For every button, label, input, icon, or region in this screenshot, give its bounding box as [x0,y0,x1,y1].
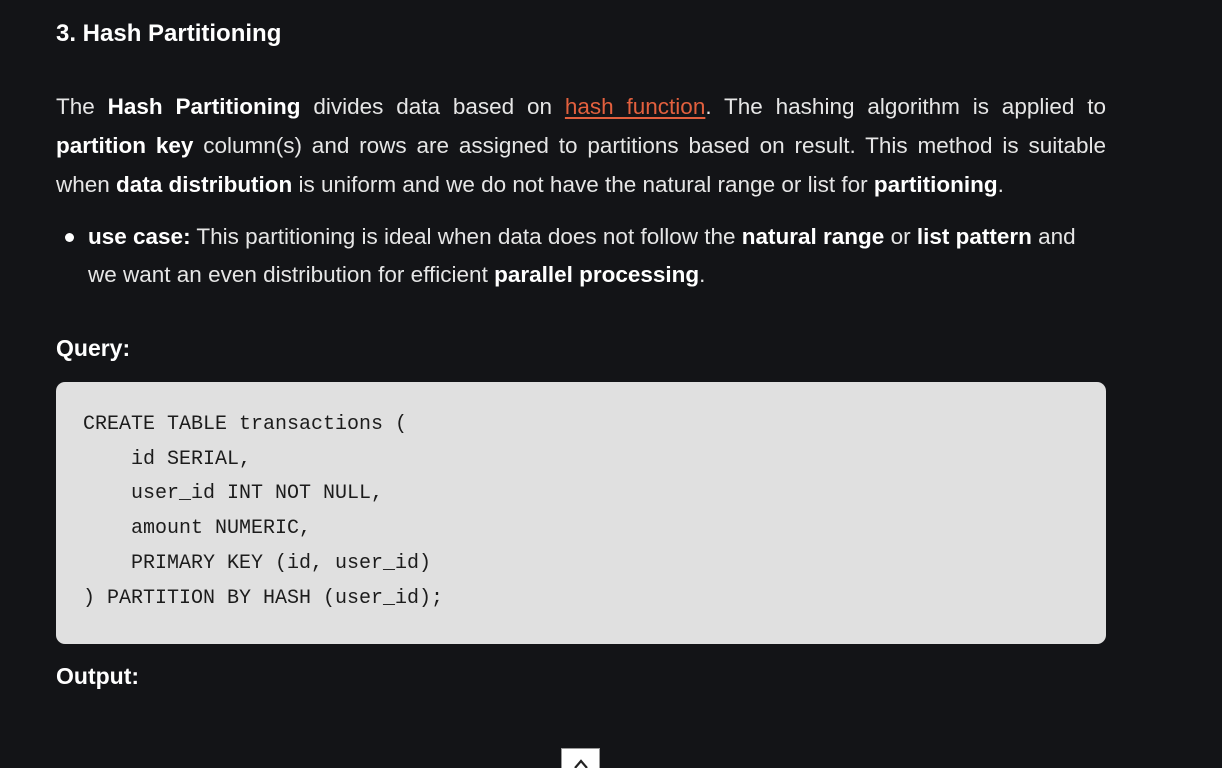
bold-term: data distribution [116,172,293,197]
bullet-label: use case: [88,224,191,249]
scroll-to-top-button[interactable] [561,748,600,768]
text-fragment: divides data based on [300,94,565,119]
bold-term: partitioning [873,172,998,197]
code-line: PRIMARY KEY (id, user_id) [83,551,432,575]
bold-term: natural range [741,224,885,249]
code-block[interactable]: CREATE TABLE transactions ( id SERIAL, u… [56,382,1106,644]
article-page: 3. Hash Partitioning The Hash Partitioni… [0,0,1222,768]
bold-term: parallel processing [494,262,700,287]
bullet-icon [65,233,74,242]
description-paragraph: The Hash Partitioning divides data based… [56,87,1106,204]
section-heading: 3. Hash Partitioning [56,20,282,47]
text-fragment: . [997,172,1004,197]
code-line: CREATE TABLE transactions ( [83,413,408,436]
text-fragment: The [56,94,108,119]
text-fragment: This partitioning is ideal when data doe… [190,224,742,249]
list-item: use case: This partitioning is ideal whe… [65,218,1106,294]
code-line: ) PARTITION BY HASH (user_id); [83,586,444,610]
code-line: amount NUMERIC, [83,517,312,541]
code-line: id SERIAL, [83,447,252,471]
output-heading: Output: [56,663,140,689]
code-line: user_id INT NOT NULL, [83,482,384,506]
query-heading: Query: [56,335,131,361]
chevron-up-icon [573,759,588,768]
hash-function-link[interactable]: hash function [565,94,705,119]
text-fragment: . The hashing algorithm is applied to [705,94,1106,119]
bullet-list: use case: This partitioning is ideal whe… [56,218,1106,294]
bold-term: list pattern [916,224,1032,249]
text-fragment: or [884,224,917,249]
text-fragment: is uniform and we do not have the natura… [292,172,874,197]
bold-term: partition key [56,133,194,158]
bold-term: Hash Partitioning [107,94,301,119]
text-fragment: . [699,262,706,287]
article-content: 3. Hash Partitioning The Hash Partitioni… [56,14,1106,696]
